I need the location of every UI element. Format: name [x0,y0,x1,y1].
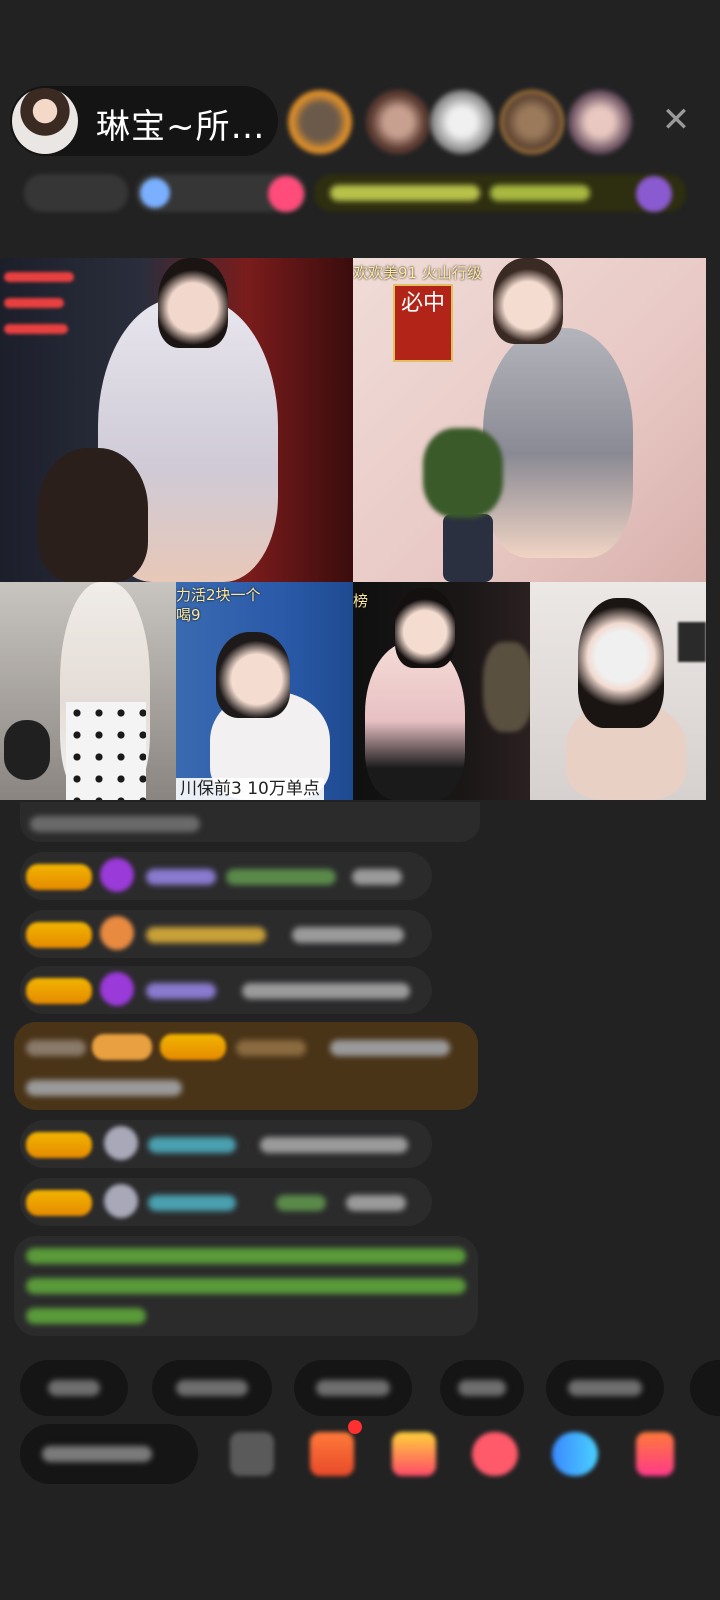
gift-icon[interactable] [636,176,672,212]
host-avatar[interactable] [12,88,78,154]
close-icon[interactable]: ✕ [658,102,694,138]
sticker-badge: 必中 [393,284,453,362]
plant-decor [483,642,530,732]
chat-text [276,1195,326,1211]
diamond-icon [100,858,134,892]
chat-text [292,927,404,943]
tile-overlay-text [4,324,68,334]
tile-overlay-text [4,272,74,282]
microphone [4,720,50,780]
quick-reply-chip[interactable] [546,1360,664,1416]
streamer-head [395,588,455,668]
heart-icon [268,176,304,212]
chat-input-placeholder [42,1446,152,1462]
rank-chip[interactable] [24,174,128,212]
viewer-avatar[interactable] [500,90,564,154]
fan-level-badge [26,978,92,1004]
fans-club-icon [100,916,134,950]
quick-reply-chip[interactable] [440,1360,524,1416]
chat-text [330,1040,450,1056]
gift-box-icon[interactable] [310,1432,354,1476]
tile-overlay-text: 力活2块一个 [176,586,261,604]
level-badge [92,1034,152,1060]
quick-reply-chip[interactable] [20,1360,128,1416]
fan-level-badge [26,1132,92,1158]
tile-overlay-text: 喝9 [176,606,201,624]
streamer-head [493,258,563,344]
more-icon[interactable] [636,1432,674,1476]
chat-username [146,927,266,943]
chat-username [148,1195,236,1211]
notification-dot [348,1420,362,1434]
quick-reply-chip[interactable] [690,1360,720,1416]
fan-level-badge [26,922,92,948]
chat-username [146,869,216,885]
video-tile-guest[interactable] [0,582,176,800]
tile-overlay-text: 榜 [353,592,369,610]
streamer-head [578,598,664,728]
video-tile-guest[interactable]: 欢欢美91 火山行级 必中 [353,258,706,582]
dog-figure [38,448,148,582]
announcement-text [26,1278,466,1294]
fan-level-badge [26,1190,92,1216]
quick-reply-chip[interactable] [294,1360,412,1416]
fan-level-badge [160,1034,226,1060]
diamond-icon [100,972,134,1006]
chat-username [148,1137,236,1153]
streamer-figure [483,328,633,558]
dot-pattern [66,702,146,800]
video-tile-host[interactable] [0,258,353,582]
user-avatar-icon [104,1184,138,1218]
gift-icon[interactable] [392,1432,436,1476]
viewer-avatar[interactable] [366,90,430,154]
viewer-avatar[interactable] [430,90,494,154]
quick-reply-chip[interactable] [152,1360,272,1416]
share-icon[interactable] [552,1432,598,1476]
tile-overlay-bottom: 川保前3 10万单点 [176,778,324,800]
chat-username [146,983,216,999]
banner-text [330,185,480,201]
butterfly-decor [678,622,706,662]
chat-highlight-message [14,1022,478,1110]
emoji-icon[interactable] [230,1432,274,1476]
chat-text [26,1040,86,1056]
chat-username [236,1040,306,1056]
announcement-text [26,1308,146,1324]
gift-icon[interactable] [472,1432,518,1476]
user-avatar-icon [104,1126,138,1160]
streamer-head [158,258,228,348]
video-tile-guest[interactable]: 榜 [353,582,530,800]
streamer-head [216,632,290,718]
plant-decor [423,428,503,518]
banner-text [490,185,590,201]
chat-text [26,1080,182,1096]
fan-level-badge [26,864,92,890]
tile-overlay-text: 欢欢美91 火山行级 [353,264,482,282]
fans-badge-icon [140,178,170,208]
host-name[interactable]: 琳宝~所… [96,99,266,148]
viewer-avatar[interactable] [568,90,632,154]
chat-text [260,1137,408,1153]
video-tile-guest[interactable]: 力活2块一个 喝9 川保前3 10万单点 [176,582,353,800]
announcement-text [26,1248,466,1264]
chat-text [30,816,200,832]
microphone [443,514,493,582]
video-tile-guest[interactable] [530,582,706,800]
chat-input[interactable] [20,1424,198,1484]
chat-text [346,1195,406,1211]
tile-overlay-text [4,298,64,308]
chat-text [352,869,402,885]
chat-text [242,983,410,999]
chat-text [226,869,336,885]
viewer-avatar[interactable] [288,90,352,154]
